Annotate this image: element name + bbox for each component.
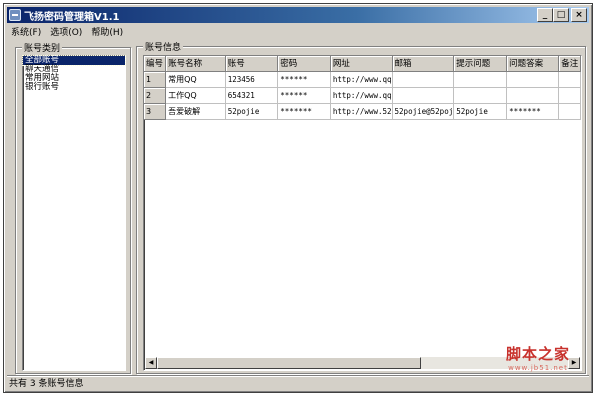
- cell-answer[interactable]: [506, 87, 560, 104]
- site-watermark: 脚本之家 www.jb51.net: [506, 343, 570, 372]
- column-header-url[interactable]: 网址: [330, 56, 393, 72]
- cell-account[interactable]: 123456: [225, 71, 279, 88]
- account-grid[interactable]: 编号 账号名称 账号 密码 网址 邮箱 提示问题 问题答案 备注 1 常用QQ: [143, 55, 582, 371]
- cell-hint[interactable]: 52pojie: [453, 103, 508, 120]
- status-text: 共有 3 条账号信息: [9, 379, 84, 389]
- column-header-hint[interactable]: 提示问题: [453, 56, 508, 72]
- watermark-logo-text: 脚本之家: [505, 345, 570, 363]
- cell-name[interactable]: 常用QQ: [165, 71, 226, 88]
- category-list[interactable]: 全部账号 聊天通信 常用网站 银行账号: [22, 55, 126, 371]
- watermark-url: www.jb51.net: [508, 364, 568, 372]
- cell-name[interactable]: 工作QQ: [165, 87, 226, 104]
- cell-password[interactable]: ******: [277, 71, 331, 88]
- cell-password[interactable]: ******: [277, 87, 331, 104]
- app-icon[interactable]: [9, 9, 21, 21]
- column-header-notes[interactable]: 备注: [558, 56, 581, 72]
- column-header-id[interactable]: 编号: [144, 56, 167, 72]
- maximize-button[interactable]: □: [553, 8, 569, 22]
- scroll-left-icon[interactable]: ◀: [145, 357, 157, 369]
- account-table: 编号 账号名称 账号 密码 网址 邮箱 提示问题 问题答案 备注 1 常用QQ: [144, 56, 581, 120]
- column-header-account[interactable]: 账号: [225, 56, 279, 72]
- cell-hint[interactable]: [453, 71, 508, 88]
- cell-url[interactable]: http://www.52: [330, 103, 393, 120]
- category-group-title: 账号类别: [22, 41, 63, 54]
- minimize-button[interactable]: _: [537, 8, 553, 22]
- cell-hint[interactable]: [453, 87, 508, 104]
- title-bar[interactable]: 飞扬密码管理箱V1.1 _ □ ×: [7, 7, 589, 23]
- cell-id: 2: [144, 87, 167, 104]
- menu-bar: 系统(F) 选项(O) 帮助(H): [7, 24, 589, 38]
- cell-password[interactable]: *******: [277, 103, 331, 120]
- cell-url[interactable]: http://www.qq: [330, 87, 393, 104]
- scroll-thumb[interactable]: [157, 357, 421, 369]
- cell-notes[interactable]: [558, 87, 581, 104]
- cell-answer[interactable]: *******: [506, 103, 560, 120]
- column-header-name[interactable]: 账号名称: [165, 56, 226, 72]
- cell-email[interactable]: [392, 87, 455, 104]
- account-group-title: 账号信息: [143, 40, 184, 53]
- table-row[interactable]: 2 工作QQ 654321 ****** http://www.qq: [144, 87, 581, 104]
- window-title: 飞扬密码管理箱V1.1: [24, 11, 120, 23]
- account-group: 账号信息 编号 账号名称 账号 密码 网址 邮箱 提示问题 问题答案 备注 1 …: [136, 40, 586, 374]
- column-header-answer[interactable]: 问题答案: [506, 56, 560, 72]
- status-bar: 共有 3 条账号信息: [7, 375, 589, 389]
- cell-url[interactable]: http://www.qq: [330, 71, 393, 88]
- table-row[interactable]: 1 常用QQ 123456 ****** http://www.qq: [144, 71, 581, 88]
- cell-answer[interactable]: [506, 71, 560, 88]
- category-group: 账号类别 全部账号 聊天通信 常用网站 银行账号: [15, 41, 131, 374]
- category-item-bank[interactable]: 银行账号: [23, 83, 125, 92]
- table-header-row: 编号 账号名称 账号 密码 网址 邮箱 提示问题 问题答案 备注: [144, 56, 581, 72]
- window-controls: _ □ ×: [537, 8, 587, 22]
- cell-account[interactable]: 52pojie: [225, 103, 279, 120]
- close-button[interactable]: ×: [571, 8, 587, 22]
- cell-email[interactable]: 52pojie@52poj: [392, 103, 455, 120]
- cell-id: 3: [144, 103, 167, 120]
- menu-help[interactable]: 帮助(H): [91, 25, 123, 38]
- cell-id: 1: [144, 71, 167, 88]
- cell-name[interactable]: 吾爱破解: [165, 103, 226, 120]
- menu-options[interactable]: 选项(O): [50, 25, 82, 38]
- cell-account[interactable]: 654321: [225, 87, 279, 104]
- cell-email[interactable]: [392, 71, 455, 88]
- column-header-email[interactable]: 邮箱: [392, 56, 455, 72]
- column-header-password[interactable]: 密码: [277, 56, 331, 72]
- table-row[interactable]: 3 吾爱破解 52pojie ******* http://www.52 52p…: [144, 103, 581, 120]
- cell-notes[interactable]: [558, 71, 581, 88]
- menu-system[interactable]: 系统(F): [11, 25, 41, 38]
- cell-notes[interactable]: [558, 103, 581, 120]
- main-window: 飞扬密码管理箱V1.1 _ □ × 系统(F) 选项(O) 帮助(H) 账号类别…: [3, 3, 593, 393]
